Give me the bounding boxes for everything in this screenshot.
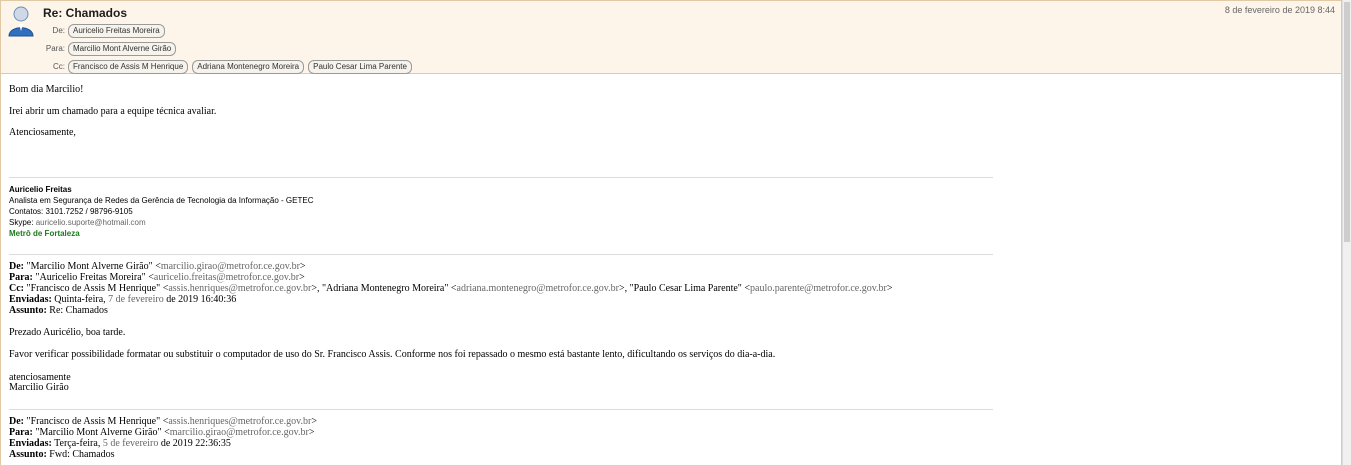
quote-subject: Fwd: Chamados [46,449,115,460]
email-bracket: > [311,416,317,427]
closing-text: Atenciosamente, [9,127,76,138]
message-date: 8 de fevereiro de 2019 8:44 [1224,5,1335,15]
quote-from-name: "Francisco de Assis M Henrique" < [24,416,169,427]
quote-cc-name: >, "Paulo Cesar Lima Parente" < [618,283,751,294]
quote-sent-day: Quinta-feira, [51,294,109,305]
signature-company: Metrô de Fortaleza [9,229,80,238]
quote-sent-time: de 2019 22:36:35 [158,438,231,449]
quoted-signname: Marcilio Girão [9,382,69,393]
body-text: Irei abrir um chamado para a equipe técn… [9,106,217,117]
quote-subject: Re: Chamados [46,305,108,316]
cc-chip[interactable]: Francisco de Assis M Henrique [68,60,189,74]
cc-chip[interactable]: Adriana Montenegro Moreira [192,60,305,74]
quote-to-name: "Marcilio Mont Alverne Girão" < [32,427,170,438]
signature-name: Auricelio Freitas [9,185,72,194]
quote-to-email-link[interactable]: auricelio.freitas@metrofor.ce.gov.br [154,272,299,283]
skype-label: Skype: [9,218,36,227]
quote-from-email-link[interactable]: marcilio.girao@metrofor.ce.gov.br [161,261,300,272]
quoted-header-2: De: "Francisco de Assis M Henrique" <ass… [9,416,317,460]
sender-chip[interactable]: Auricelio Freitas Moreira [68,24,165,38]
quote-cc-email-link[interactable]: paulo.parente@metrofor.ce.gov.br [750,283,887,294]
quote-cc-name: "Francisco de Assis M Henrique" < [24,283,169,294]
quote-from-label: De: [9,261,24,272]
quote-from-email-link[interactable]: assis.henriques@metrofor.ce.gov.br [168,416,311,427]
quote-sent-label: Enviadas: [9,438,52,449]
quote-sent-date-link[interactable]: 5 de fevereiro [103,438,159,449]
quote-to-name: "Auricelio Freitas Moreira" < [32,272,154,283]
to-label: Para: [45,44,65,53]
recipient-chip[interactable]: Marcilio Mont Alverne Girão [68,42,177,56]
signature-divider [9,177,993,178]
quote-subject-label: Assunto: [9,449,47,460]
quote-sent-day: Terça-feira, [51,438,103,449]
quote-to-email-link[interactable]: marcilio.girao@metrofor.ce.gov.br [170,427,309,438]
cc-chip[interactable]: Paulo Cesar Lima Parente [308,60,412,74]
quote-sent-label: Enviadas: [9,294,52,305]
quote-subject-label: Assunto: [9,305,47,316]
quote-from-name: "Marcilio Mont Alverne Girão" < [24,261,161,272]
message-body: Bom dia Marcilio! Irei abrir um chamado … [0,74,1342,465]
quoted-greeting: Prezado Auricélio, boa tarde. [9,327,126,338]
quoted-text: Favor verificar possibilidade formatar o… [9,349,776,360]
scrollbar-thumb[interactable] [1344,2,1350,242]
quote-from-label: De: [9,416,24,427]
quote-cc-name: >, "Adriana Montenegro Moreira" < [311,283,457,294]
email-bracket: > [886,283,893,294]
email-bracket: > [299,272,305,283]
quote-divider [9,254,993,255]
quote-cc-label: Cc: [9,283,24,294]
signature-contacts: Contatos: 3101.7252 / 98796-9105 [9,207,133,216]
cc-label: Cc: [53,62,65,71]
quote-divider [9,409,993,410]
quote-sent-date-link[interactable]: 7 de fevereiro [108,294,164,305]
signature-block: Auricelio Freitas Analista em Segurança … [9,184,313,239]
greeting-text: Bom dia Marcilio! [9,84,84,95]
signature-role: Analista em Segurança de Redes da Gerênc… [9,196,314,205]
from-label: De: [52,26,65,35]
quote-to-label: Para: [9,427,33,438]
quoted-header-1: De: "Marcilio Mont Alverne Girão" <marci… [9,261,893,316]
quote-cc-email-link[interactable]: adriana.montenegro@metrofor.ce.gov.br [457,283,619,294]
message-subject: Re: Chamados [43,6,128,20]
email-bracket: > [308,427,315,438]
quote-to-label: Para: [9,272,33,283]
message-header: Re: Chamados 8 de fevereiro de 2019 8:44… [0,0,1342,74]
email-bracket: > [299,261,306,272]
quote-sent-time: de 2019 16:40:36 [163,294,237,305]
quote-cc-email-link[interactable]: assis.henriques@metrofor.ce.gov.br [168,283,311,294]
vertical-scrollbar[interactable] [1342,0,1351,465]
skype-link[interactable]: auricelio.suporte@hotmail.com [36,218,146,227]
